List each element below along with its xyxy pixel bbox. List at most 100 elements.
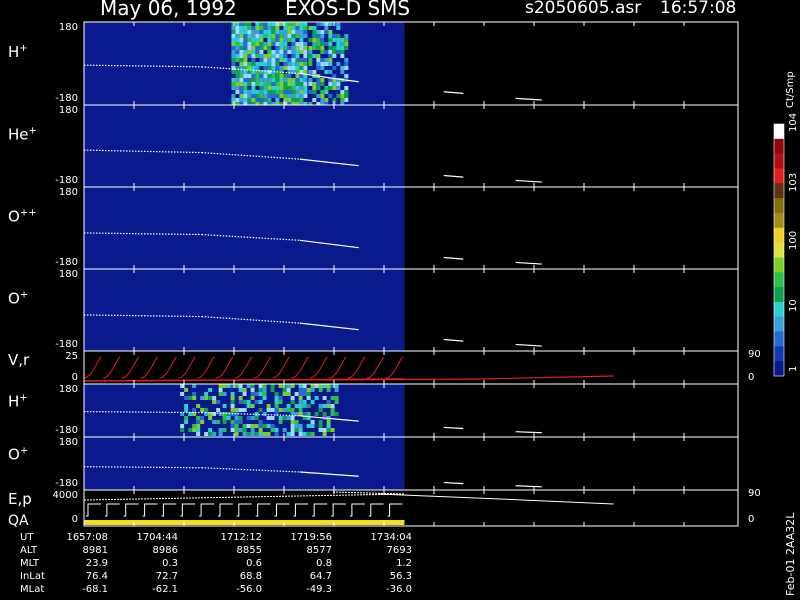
y-tick-label-top: 180 [59, 269, 78, 280]
heat-cell [308, 70, 313, 74]
heat-cell [328, 38, 333, 42]
heat-cell [263, 58, 268, 62]
heat-cell [295, 90, 300, 94]
heat-cell [226, 384, 231, 388]
heat-cell [344, 86, 349, 90]
heat-cell [324, 70, 329, 74]
heat-cell [231, 30, 236, 34]
heat-cell [255, 50, 260, 54]
heat-cell [267, 26, 272, 30]
heat-cell [275, 38, 280, 42]
panel-3: O+ 180 -180 [8, 268, 739, 352]
heat-cell [332, 34, 337, 38]
heat-cell [246, 424, 251, 428]
heat-cell [266, 424, 271, 428]
panel-label: H+ [8, 392, 28, 410]
heat-cell [291, 46, 296, 50]
heat-cell [271, 62, 276, 66]
heat-cell [231, 46, 236, 50]
heat-cell [344, 62, 349, 66]
heat-cell [344, 74, 349, 78]
heat-cell [239, 34, 244, 38]
panel-0: H+ 180 -180 [8, 21, 739, 106]
heat-cell [298, 388, 303, 392]
heat-cell [291, 34, 296, 38]
heat-cell [302, 400, 307, 404]
heat-cell [279, 82, 284, 86]
heat-cell [222, 384, 227, 388]
heat-cell [312, 86, 317, 90]
heat-cell [275, 62, 280, 66]
heat-cell [332, 54, 337, 58]
heat-cell [310, 420, 315, 424]
heat-cell [239, 82, 244, 86]
heat-cell [310, 424, 315, 428]
heat-cell [184, 420, 189, 424]
heat-cell [274, 404, 279, 408]
heat-cell [218, 384, 223, 388]
heat-cell [263, 62, 268, 66]
heat-cell [295, 66, 300, 70]
panel-label: O+ [8, 289, 28, 307]
heat-cell [336, 94, 341, 98]
heat-cell [328, 46, 333, 50]
heat-cell [267, 62, 272, 66]
heat-cell [243, 86, 248, 90]
footer-cell: -36.0 [386, 584, 412, 595]
heat-cell [271, 34, 276, 38]
heat-cell [230, 400, 235, 404]
heat-cell [306, 396, 311, 400]
heat-cell [340, 38, 345, 42]
heat-cell [279, 46, 284, 50]
heat-cell [324, 50, 329, 54]
heat-cell [235, 70, 240, 74]
heat-cell [279, 22, 284, 26]
heat-cell [266, 408, 271, 412]
heat-cell [234, 420, 239, 424]
heat-cell [255, 30, 260, 34]
heat-cell [259, 74, 264, 78]
heat-cell [239, 58, 244, 62]
heat-cell [231, 42, 236, 46]
heat-cell [299, 74, 304, 78]
heat-cell [234, 428, 239, 432]
heat-cell [340, 90, 345, 94]
heat-cell [283, 94, 288, 98]
heat-cell [243, 74, 248, 78]
heat-cell [295, 26, 300, 30]
heat-cell [271, 54, 276, 58]
heat-cell [324, 62, 329, 66]
heat-cell [330, 408, 335, 412]
heat-cell [247, 46, 252, 50]
heat-cell [287, 26, 292, 30]
heat-cell [263, 82, 268, 86]
heat-cell [258, 400, 263, 404]
panel-4: V,r 25 0 90 0 [8, 349, 761, 385]
heat-cell [278, 384, 283, 388]
heat-cell [286, 432, 291, 436]
heat-cell [316, 34, 321, 38]
heat-cell [308, 50, 313, 54]
heat-cell [254, 432, 259, 436]
heat-cell [243, 26, 248, 30]
y-tick-label-bottom: -180 [55, 478, 78, 489]
heat-cell [320, 94, 325, 98]
footer-label-alt: ALT [20, 545, 38, 556]
heat-cell [310, 400, 315, 404]
heat-cell [318, 404, 323, 408]
heat-cell [318, 420, 323, 424]
heat-cell [243, 42, 248, 46]
heat-cell [247, 94, 252, 98]
colorbar-label: 104 [788, 113, 799, 132]
heat-cell [287, 70, 292, 74]
heat-cell [242, 428, 247, 432]
heat-cell [259, 30, 264, 34]
heat-cell [271, 66, 276, 70]
y-tick-label-top: 180 [59, 22, 78, 33]
heat-cell [255, 82, 260, 86]
heat-cell [298, 404, 303, 408]
heat-cell [251, 46, 256, 50]
heat-cell [242, 424, 247, 428]
heat-cell [243, 58, 248, 62]
heat-cell [336, 50, 341, 54]
